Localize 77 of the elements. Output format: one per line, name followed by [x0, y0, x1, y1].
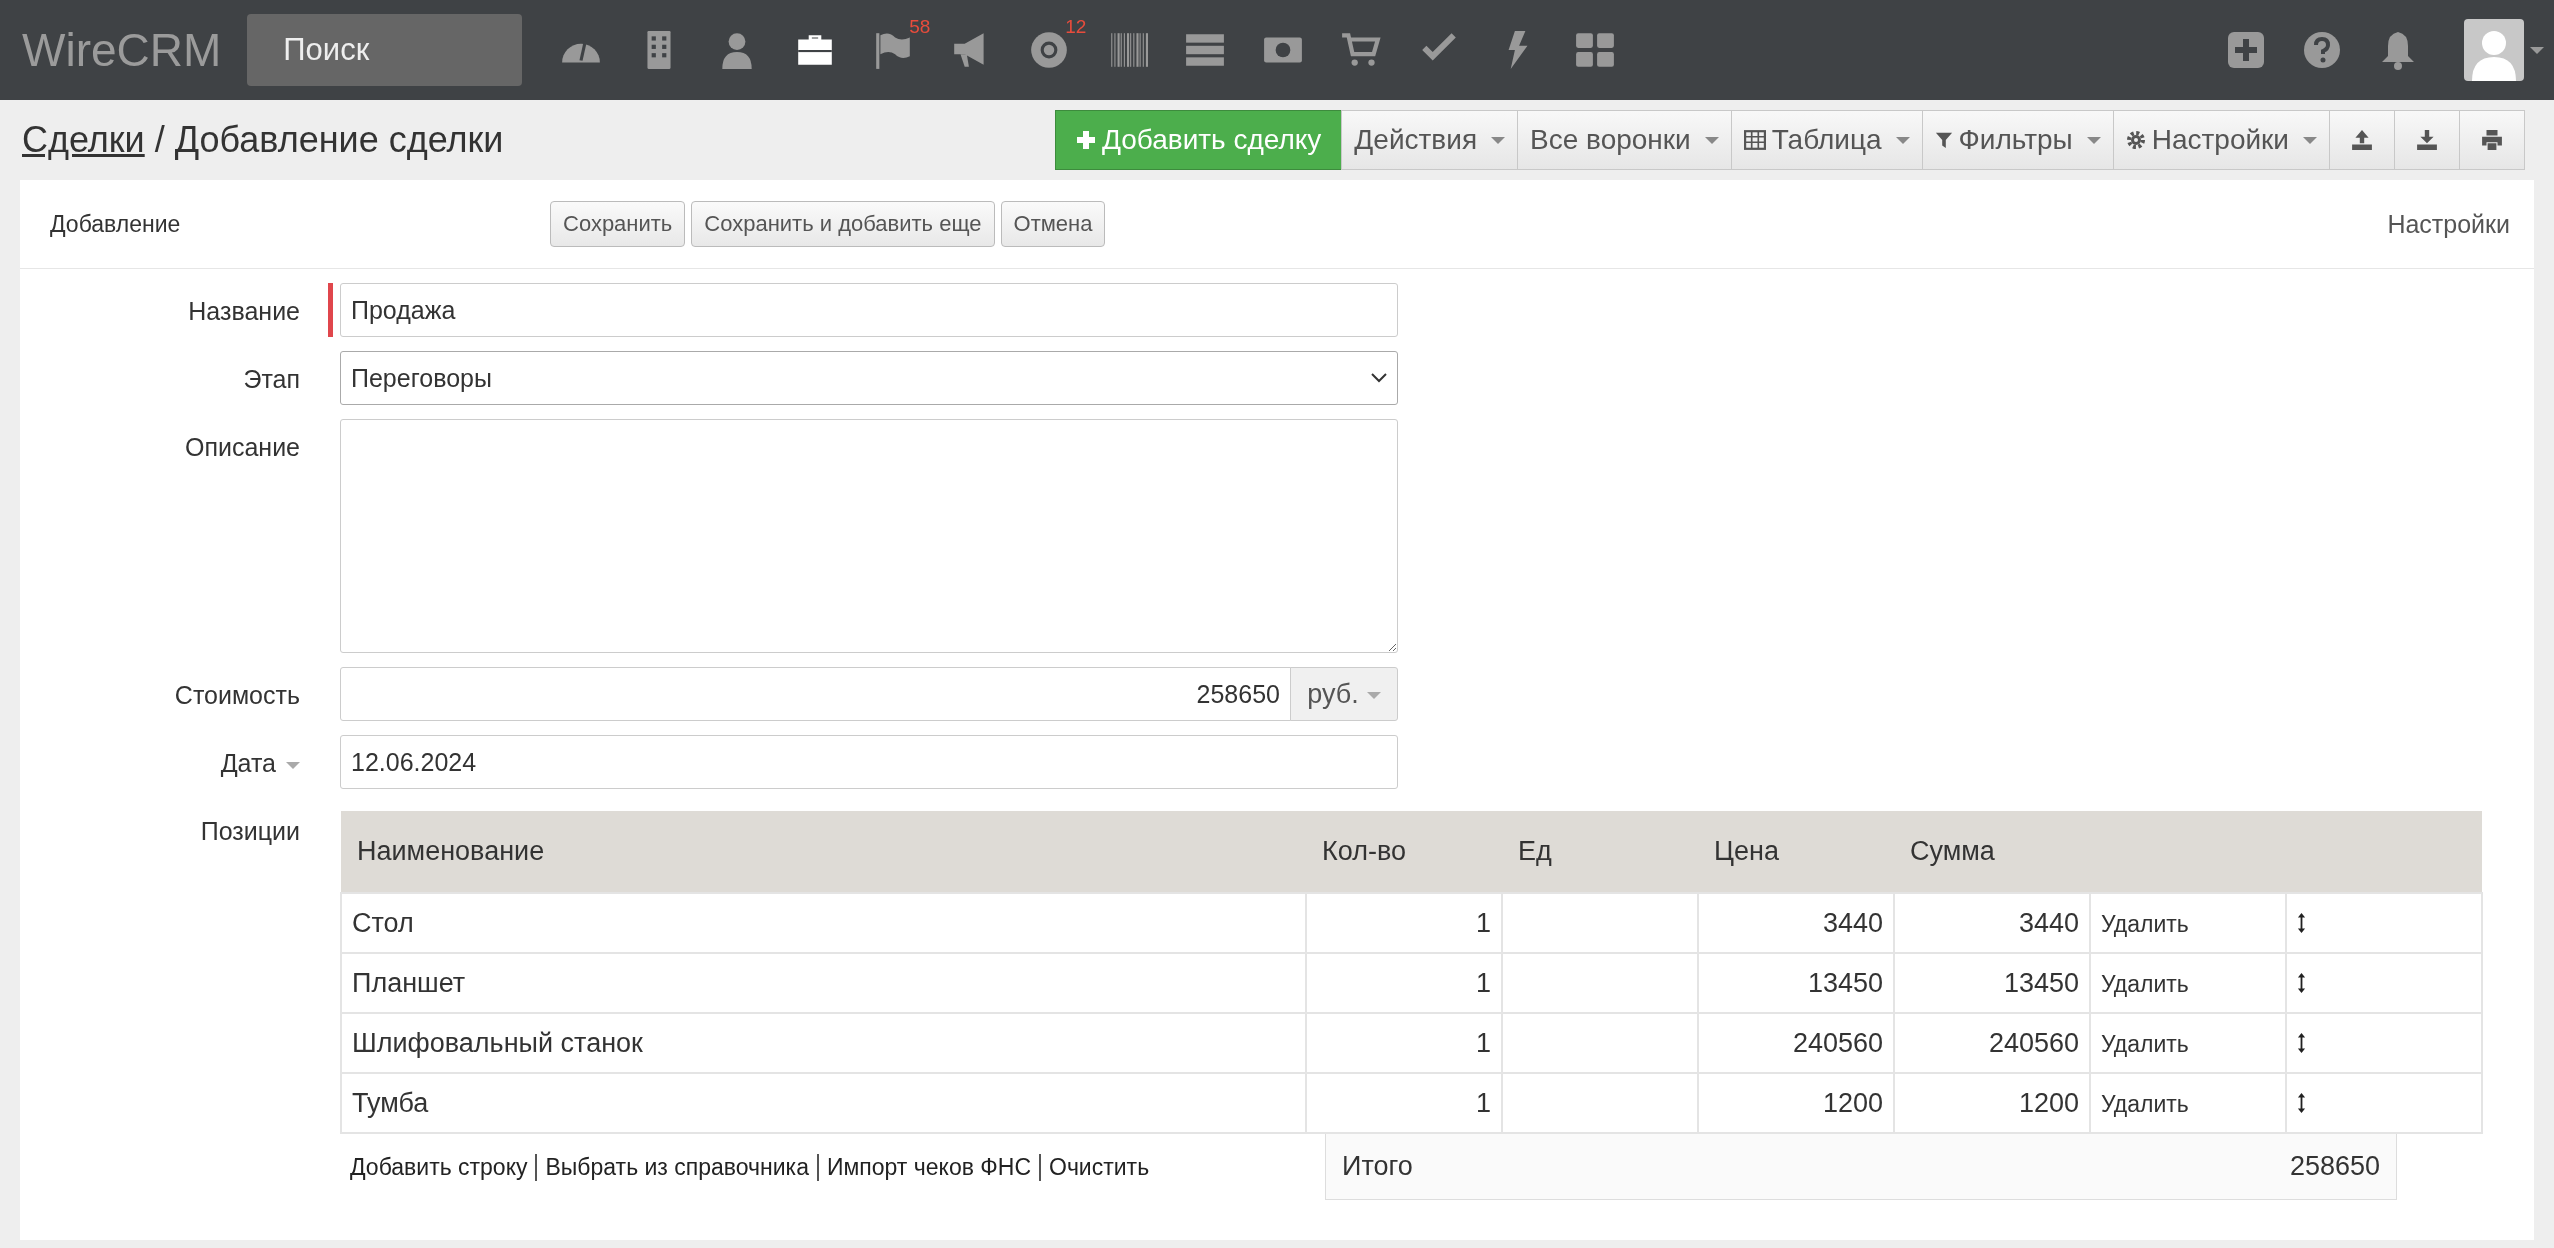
caret-icon: [286, 761, 300, 769]
form-button[interactable]: Сохранить: [550, 201, 686, 247]
table-cell: 1: [1306, 953, 1502, 1013]
description-field[interactable]: [340, 419, 1398, 653]
add-icon[interactable]: [2226, 30, 2266, 70]
field-label: Описание: [183, 432, 300, 463]
total-value: 258650: [2289, 1151, 2380, 1182]
download-icon: [2416, 129, 2438, 151]
currency-dropdown[interactable]: руб.: [1290, 667, 1398, 721]
table-cell: 13450: [1894, 953, 2090, 1013]
table-view-dropdown[interactable]: Таблица: [1730, 110, 1923, 170]
search-field[interactable]: Поиск: [247, 14, 523, 86]
column-header: Сумма: [1894, 811, 2090, 893]
plus-icon: [1075, 130, 1096, 150]
reorder-handle-icon[interactable]: [2297, 1031, 2306, 1055]
table-action-link[interactable]: Добавить строку: [350, 1154, 536, 1181]
date-field[interactable]: 12.06.2024: [340, 735, 1398, 789]
table-action-link[interactable]: Импорт чеков ФНС: [817, 1154, 1039, 1181]
settings-dropdown[interactable]: Настройки: [2112, 110, 2330, 170]
table-cell: Шлифовальный станок: [341, 1013, 1306, 1073]
table-cell: 3440: [1698, 893, 1894, 953]
field-label[interactable]: Дата: [20, 735, 300, 789]
caret-icon: [1895, 136, 1910, 144]
table-cell: 13450: [1698, 953, 1894, 1013]
table-cell: 240560: [1698, 1013, 1894, 1073]
actions-dropdown[interactable]: Действия: [1341, 110, 1519, 170]
caret-icon[interactable]: [2530, 46, 2544, 54]
form-button[interactable]: Сохранить и добавить еще: [691, 201, 995, 247]
table-cell: 240560: [1894, 1013, 2090, 1073]
caret-icon: [1491, 136, 1506, 144]
stage-select[interactable]: Переговоры: [340, 351, 1398, 405]
reorder-handle-icon[interactable]: [2297, 911, 2306, 935]
caret-icon: [2303, 136, 2317, 144]
caret-icon: [1704, 136, 1719, 144]
table-action-link[interactable]: Выбрать из справочника: [535, 1154, 817, 1181]
page-title: Сделки / Добавление сделки: [22, 119, 504, 161]
filters-dropdown[interactable]: Фильтры: [1921, 110, 2114, 170]
name-field[interactable]: Продажа: [340, 283, 1398, 337]
print-icon: [2481, 129, 2503, 151]
table-cell: 1: [1306, 1013, 1502, 1073]
table-action-link[interactable]: Очистить: [1039, 1154, 1158, 1181]
field-label: Позиции: [199, 816, 300, 847]
reorder-handle-icon[interactable]: [2297, 1091, 2306, 1115]
table-cell: Стол: [341, 893, 1306, 953]
upload-icon: [2351, 129, 2373, 151]
settings-link[interactable]: Настройки: [2387, 209, 2534, 239]
total-label: Итого: [1342, 1151, 1413, 1182]
caret-icon: [2086, 136, 2101, 144]
funnels-dropdown[interactable]: Все воронки: [1517, 110, 1732, 170]
print-button[interactable]: [2459, 110, 2525, 170]
upload-button[interactable]: [2329, 110, 2395, 170]
field-label: Название: [187, 296, 300, 327]
field-label: Этап: [242, 364, 300, 395]
help-icon[interactable]: [2302, 30, 2342, 70]
download-button[interactable]: [2394, 110, 2460, 170]
table-cell: Тумба: [341, 1073, 1306, 1133]
field-label: Стоимость: [173, 680, 300, 711]
column-header: Ед: [1502, 811, 1698, 893]
settings-icon: [2125, 130, 2146, 150]
cost-field[interactable]: 258650: [340, 667, 1291, 721]
notification-count: 12: [1065, 16, 1087, 38]
section-title: Добавление: [50, 210, 182, 238]
form-button[interactable]: Отмена: [1000, 201, 1106, 247]
chevron-down-icon: [1371, 373, 1387, 383]
filter-icon: [1934, 130, 1953, 150]
app-logo[interactable]: WireCRM: [22, 23, 222, 77]
column-header: Цена: [1698, 811, 1894, 893]
column-header: Наименование: [341, 811, 1306, 893]
table-icon: [1743, 130, 1766, 150]
caret-icon: [1366, 691, 1381, 699]
reorder-handle-icon[interactable]: [2297, 971, 2306, 995]
table-cell: 3440: [1894, 893, 2090, 953]
table-cell: 1: [1306, 893, 1502, 953]
breadcrumb-link[interactable]: Сделки: [22, 119, 145, 160]
table-cell: Планшет: [341, 953, 1306, 1013]
notification-count: 58: [909, 16, 931, 38]
column-header: Кол-во: [1306, 811, 1502, 893]
